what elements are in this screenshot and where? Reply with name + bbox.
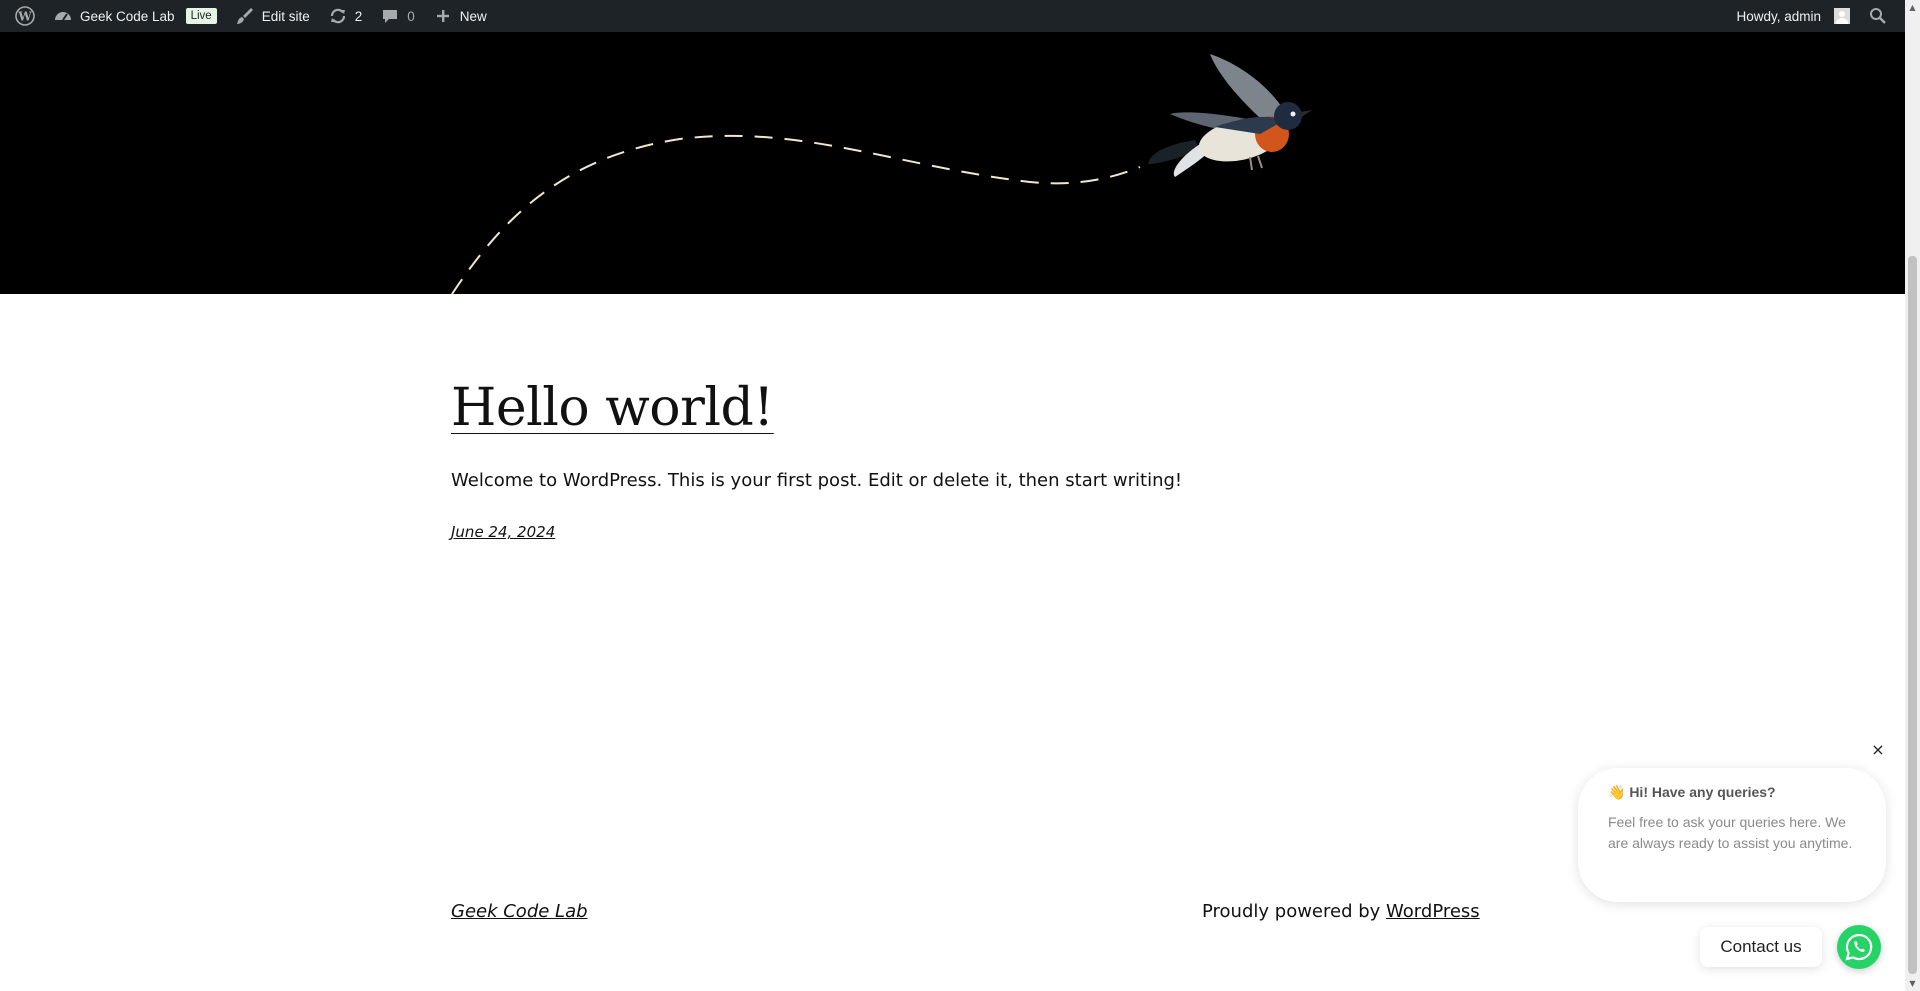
footer-credit: Proudly powered by WordPress (1202, 901, 1480, 922)
contact-us-button[interactable]: Contact us (1700, 927, 1822, 967)
svg-text:W: W (17, 10, 32, 24)
admin-bar-right: Howdy, admin (1727, 0, 1905, 32)
footer-powered-text: Proudly powered by (1202, 901, 1381, 922)
howdy-text: Howdy, admin (1736, 8, 1821, 24)
comments-link[interactable]: 0 (371, 0, 424, 32)
footer-wordpress-link[interactable]: WordPress (1386, 901, 1480, 922)
comment-icon (380, 6, 400, 26)
chat-text: Feel free to ask your queries here. We a… (1608, 814, 1853, 851)
admin-bar-left: W Geek Code Lab Live Edit site 2 0 New (0, 0, 496, 32)
edit-site-label: Edit site (261, 8, 310, 24)
chat-heading: 👋 Hi! Have any queries? (1608, 784, 1776, 800)
admin-bar: W Geek Code Lab Live Edit site 2 0 New H… (0, 0, 1905, 32)
post-excerpt: Welcome to WordPress. This is your first… (451, 470, 1183, 491)
bird-illustration (451, 54, 1312, 294)
scroll-down-arrow-icon[interactable]: ▼ (1905, 976, 1920, 991)
site-name-menu[interactable]: Geek Code Lab Live (44, 0, 226, 32)
updates-count: 2 (354, 8, 363, 24)
scrollbar-thumb[interactable] (1908, 256, 1917, 974)
post-date[interactable]: June 24, 2024 (451, 523, 555, 541)
plus-icon (433, 6, 453, 26)
post-title[interactable]: Hello world! (451, 378, 774, 438)
chat-bubble: 👋 Hi! Have any queries? Feel free to ask… (1578, 768, 1886, 902)
footer-site-title[interactable]: Geek Code Lab (451, 901, 588, 922)
admin-search-button[interactable] (1859, 0, 1897, 32)
updates-icon (328, 6, 348, 26)
wordpress-logo-icon: W (15, 6, 35, 26)
new-label: New (459, 8, 487, 24)
my-account-menu[interactable]: Howdy, admin (1727, 0, 1859, 32)
scroll-up-arrow-icon[interactable]: ▲ (1905, 0, 1920, 15)
brush-icon (235, 6, 255, 26)
wordpress-menu[interactable]: W (6, 0, 44, 32)
dashboard-icon (53, 6, 73, 26)
updates-link[interactable]: 2 (319, 0, 372, 32)
live-badge: Live (185, 8, 217, 24)
edit-site-link[interactable]: Edit site (226, 0, 319, 32)
header-image (0, 32, 1905, 294)
avatar-icon (1834, 8, 1850, 24)
whatsapp-button[interactable] (1837, 925, 1881, 969)
page-scrollbar[interactable]: ▲ ▼ (1905, 0, 1920, 991)
search-icon (1868, 6, 1888, 26)
comments-count: 0 (407, 8, 415, 24)
new-content-menu[interactable]: New (424, 0, 496, 32)
site-name: Geek Code Lab (80, 8, 175, 24)
chat-close-icon[interactable]: × (1869, 740, 1887, 759)
whatsapp-icon (1845, 933, 1873, 961)
